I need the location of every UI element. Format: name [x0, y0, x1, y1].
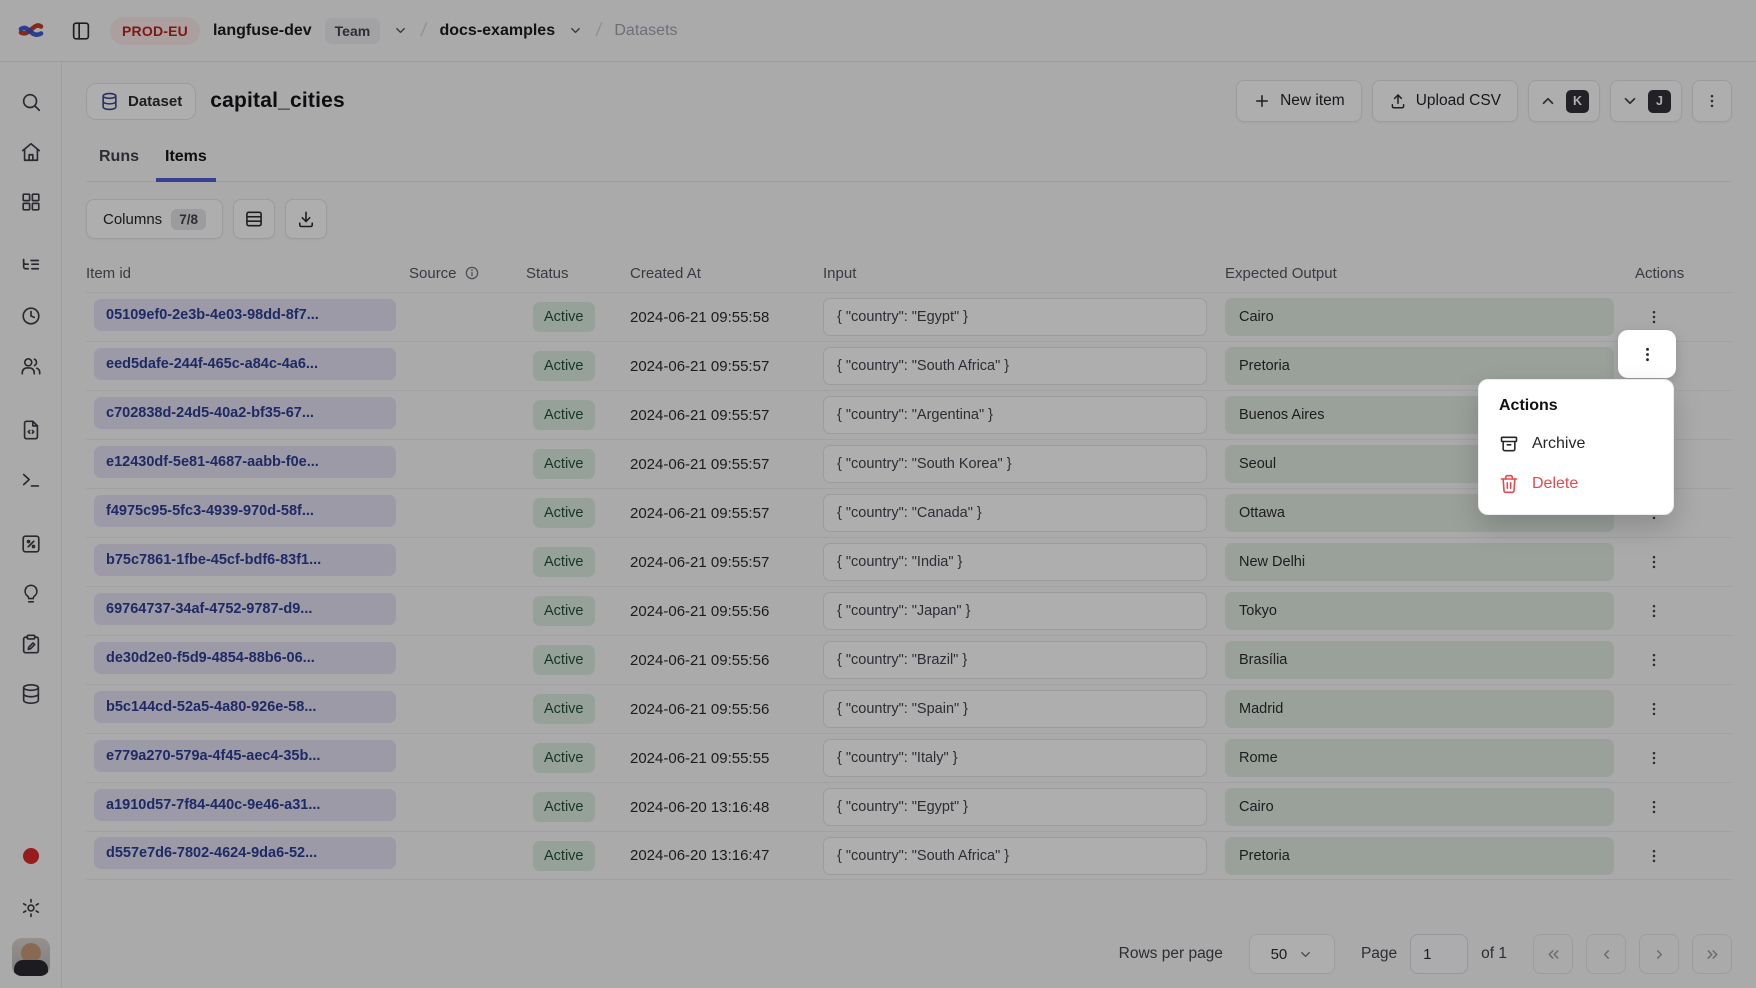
actions-context-menu: Actions Archive Delete — [1478, 379, 1674, 515]
context-menu-title: Actions — [1489, 390, 1663, 424]
delete-label: Delete — [1532, 475, 1578, 493]
archive-label: Archive — [1532, 435, 1585, 453]
active-row-actions-button[interactable] — [1618, 330, 1676, 378]
menu-item-delete[interactable]: Delete — [1489, 464, 1663, 504]
trash-icon — [1499, 474, 1519, 494]
menu-item-archive[interactable]: Archive — [1489, 424, 1663, 464]
archive-icon — [1499, 434, 1519, 454]
kebab-menu-icon — [1638, 345, 1657, 364]
